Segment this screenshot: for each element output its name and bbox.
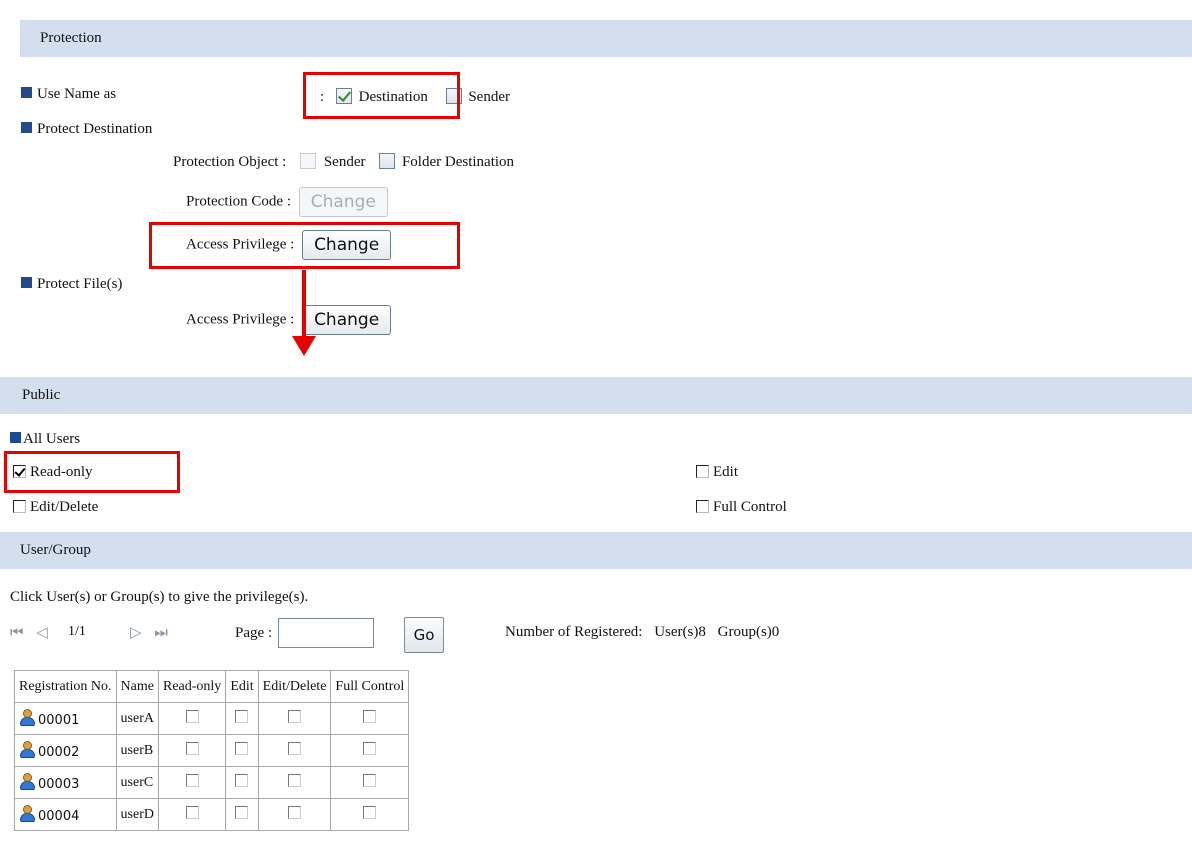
sender-label: Sender bbox=[468, 89, 510, 105]
full-control-checkbox[interactable] bbox=[696, 500, 709, 513]
protection-object-row: Protection Object : Sender Folder Destin… bbox=[173, 153, 514, 171]
col-registration-no: Registration No. bbox=[14, 670, 117, 703]
col-read-only: Read-only bbox=[157, 670, 227, 703]
user-icon bbox=[19, 772, 35, 791]
user-privilege-table: Registration No. Name Read-only Edit Edi… bbox=[14, 670, 410, 831]
bullet-icon bbox=[21, 87, 32, 98]
read-only-checkbox[interactable] bbox=[185, 709, 199, 723]
col-full-control: Full Control bbox=[330, 670, 410, 703]
next-page-icon[interactable]: ▷ bbox=[130, 623, 143, 641]
user-group-header: User/Group bbox=[0, 532, 1192, 569]
table-header-row: Registration No. Name Read-only Edit Edi… bbox=[14, 670, 410, 703]
folder-destination-label: Folder Destination bbox=[401, 154, 515, 170]
go-button[interactable]: Go bbox=[404, 617, 444, 653]
registered-groups: Group(s)0 bbox=[717, 624, 780, 640]
file-access-privilege-change-button[interactable]: Change bbox=[302, 305, 392, 335]
edit-delete-checkbox[interactable] bbox=[288, 741, 302, 755]
table-row[interactable]: 00004 userD bbox=[14, 798, 410, 831]
name-cell[interactable]: userD bbox=[115, 798, 159, 831]
edit-option[interactable]: Edit bbox=[696, 464, 738, 481]
full-control-checkbox[interactable] bbox=[363, 709, 377, 723]
page-input[interactable] bbox=[277, 618, 374, 648]
edit-checkbox[interactable] bbox=[235, 805, 249, 819]
full-control-checkbox[interactable] bbox=[363, 741, 377, 755]
bullet-icon bbox=[21, 122, 32, 133]
folder-destination-checkbox[interactable] bbox=[379, 153, 396, 169]
public-header-label: Public bbox=[22, 387, 61, 403]
user-icon bbox=[19, 740, 35, 759]
protection-object-label: Protection Object : bbox=[173, 154, 287, 170]
use-name-as-label: Use Name as bbox=[21, 86, 116, 103]
protect-files-label: Protect File(s) bbox=[21, 276, 122, 293]
access-privilege-highlight-box bbox=[149, 222, 460, 269]
protection-header-label: Protection bbox=[40, 30, 102, 46]
name-cell[interactable]: userA bbox=[115, 702, 159, 735]
all-users-label: All Users bbox=[10, 431, 80, 448]
edit-delete-checkbox[interactable] bbox=[288, 805, 302, 819]
col-edit: Edit bbox=[225, 670, 259, 703]
reg-no-cell[interactable]: 00003 bbox=[14, 766, 117, 799]
table-row[interactable]: 00001 userA bbox=[14, 702, 410, 735]
protect-destination-label: Protect Destination bbox=[21, 121, 152, 138]
name-cell[interactable]: userC bbox=[115, 766, 159, 799]
page-label: Page : bbox=[235, 624, 273, 641]
reg-no-cell[interactable]: 00001 bbox=[14, 702, 117, 735]
bullet-icon bbox=[10, 432, 21, 443]
registered-label: Number of Registered: bbox=[505, 624, 643, 640]
file-access-privilege-row: Access Privilege : Change bbox=[186, 305, 392, 335]
edit-delete-option[interactable]: Edit/Delete bbox=[13, 499, 98, 516]
registered-users: User(s)8 bbox=[654, 624, 706, 640]
edit-checkbox[interactable] bbox=[235, 773, 249, 787]
file-access-privilege-label: Access Privilege : bbox=[186, 311, 295, 328]
prev-page-icon[interactable]: ◁ bbox=[36, 623, 49, 641]
registered-count: Number of Registered: User(s)8 Group(s)0 bbox=[505, 624, 779, 641]
protection-object-sender-checkbox[interactable] bbox=[300, 153, 317, 169]
read-only-checkbox[interactable] bbox=[185, 773, 199, 787]
reg-no-cell[interactable]: 00004 bbox=[14, 798, 117, 831]
user-group-instruction: Click User(s) or Group(s) to give the pr… bbox=[10, 589, 309, 605]
protection-object-sender-label: Sender bbox=[323, 154, 366, 170]
flow-arrow-shaft bbox=[302, 270, 306, 338]
col-edit-delete: Edit/Delete bbox=[257, 670, 332, 703]
protection-header: Protection bbox=[20, 20, 1192, 57]
name-cell[interactable]: userB bbox=[115, 734, 159, 767]
table-row[interactable]: 00002 userB bbox=[14, 734, 410, 767]
col-name: Name bbox=[115, 670, 159, 703]
edit-checkbox[interactable] bbox=[235, 709, 249, 723]
user-icon bbox=[19, 804, 35, 823]
page-jump: Page : bbox=[235, 618, 374, 648]
full-control-option[interactable]: Full Control bbox=[696, 499, 787, 516]
pager-right: ▷ ⏭ bbox=[130, 623, 169, 641]
protection-code-label: Protection Code : bbox=[186, 193, 291, 210]
edit-label: Edit bbox=[713, 464, 738, 480]
read-only-checkbox[interactable] bbox=[185, 741, 199, 755]
edit-checkbox[interactable] bbox=[235, 741, 249, 755]
edit-checkbox[interactable] bbox=[696, 465, 709, 478]
read-only-checkbox[interactable] bbox=[185, 805, 199, 819]
edit-delete-checkbox[interactable] bbox=[288, 709, 302, 723]
full-control-checkbox[interactable] bbox=[363, 773, 377, 787]
user-group-header-label: User/Group bbox=[20, 542, 91, 558]
reg-no-cell[interactable]: 00002 bbox=[14, 734, 117, 767]
table-row[interactable]: 00003 userC bbox=[14, 766, 410, 799]
last-page-icon[interactable]: ⏭ bbox=[154, 623, 169, 641]
page-indicator: 1/1 bbox=[68, 624, 86, 639]
protection-code-change-button[interactable]: Change bbox=[298, 187, 388, 217]
destination-highlight-box bbox=[303, 72, 460, 119]
flow-arrow-head bbox=[292, 336, 316, 356]
edit-delete-label: Edit/Delete bbox=[30, 499, 99, 515]
full-control-label: Full Control bbox=[713, 499, 787, 515]
full-control-checkbox[interactable] bbox=[363, 805, 377, 819]
public-header: Public bbox=[0, 377, 1192, 414]
edit-delete-checkbox[interactable] bbox=[288, 773, 302, 787]
edit-delete-checkbox[interactable] bbox=[13, 500, 26, 513]
user-icon bbox=[19, 708, 35, 727]
pager: ⏮ ◁ bbox=[10, 623, 49, 641]
protection-code-row: Protection Code : Change bbox=[186, 187, 388, 217]
first-page-icon[interactable]: ⏮ bbox=[10, 623, 25, 641]
read-only-highlight-box bbox=[4, 451, 180, 493]
bullet-icon bbox=[21, 277, 32, 288]
